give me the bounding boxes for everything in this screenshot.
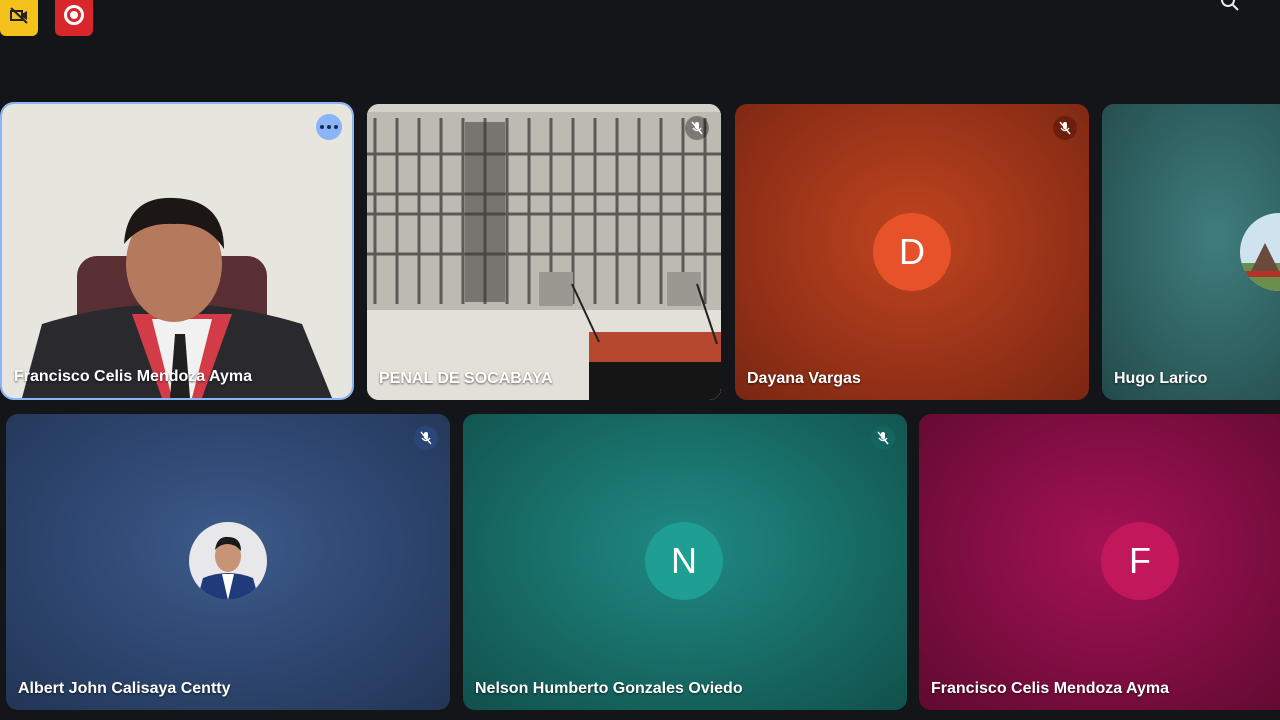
mic-off-indicator <box>1053 116 1077 140</box>
mic-off-icon <box>691 121 703 135</box>
mic-off-indicator <box>685 116 709 140</box>
participant-tile-dayana-vargas[interactable]: D Dayana Vargas <box>735 104 1089 400</box>
avatar: D <box>873 213 951 291</box>
participant-tile-albert-john-calisaya-centty[interactable]: Albert John Calisaya Centty <box>6 414 450 710</box>
record-icon <box>64 5 84 25</box>
participant-name: Nelson Humberto Gonzales Oviedo <box>475 680 743 697</box>
participant-tile-nelson-humberto-gonzales-oviedo[interactable]: N Nelson Humberto Gonzales Oviedo <box>463 414 907 710</box>
participant-tile-francisco-video[interactable]: Francisco Celis Mendoza Ayma <box>0 102 354 400</box>
participant-name: Hugo Larico <box>1114 370 1208 387</box>
search-icon[interactable] <box>1218 0 1242 16</box>
participant-tile-penal-de-socabaya[interactable]: PENAL DE SOCABAYA <box>367 104 721 400</box>
participant-name: Francisco Celis Mendoza Ayma <box>931 680 1169 697</box>
avatar: N <box>645 522 723 600</box>
participant-name: PENAL DE SOCABAYA <box>379 370 553 387</box>
avatar: F <box>1101 522 1179 600</box>
more-options-button[interactable] <box>316 114 342 140</box>
mic-off-icon <box>1059 121 1071 135</box>
participant-video <box>367 104 721 400</box>
participant-tile-hugo-larico[interactable]: Hugo Larico <box>1102 104 1280 400</box>
camera-off-icon <box>10 7 28 24</box>
mic-off-indicator <box>414 426 438 450</box>
participant-name: Dayana Vargas <box>747 370 861 387</box>
mic-off-icon <box>877 431 889 445</box>
camera-off-button[interactable] <box>0 0 38 36</box>
avatar <box>1240 213 1280 291</box>
avatar <box>189 522 267 600</box>
record-button[interactable] <box>55 0 93 36</box>
participant-video <box>2 104 352 398</box>
participant-name: Francisco Celis Mendoza Ayma <box>14 368 252 385</box>
participant-name: Albert John Calisaya Centty <box>18 680 231 697</box>
mic-off-icon <box>420 431 432 445</box>
mic-off-indicator <box>871 426 895 450</box>
participant-tile-francisco-celis-mendoza-ayma[interactable]: F Francisco Celis Mendoza Ayma <box>919 414 1280 710</box>
